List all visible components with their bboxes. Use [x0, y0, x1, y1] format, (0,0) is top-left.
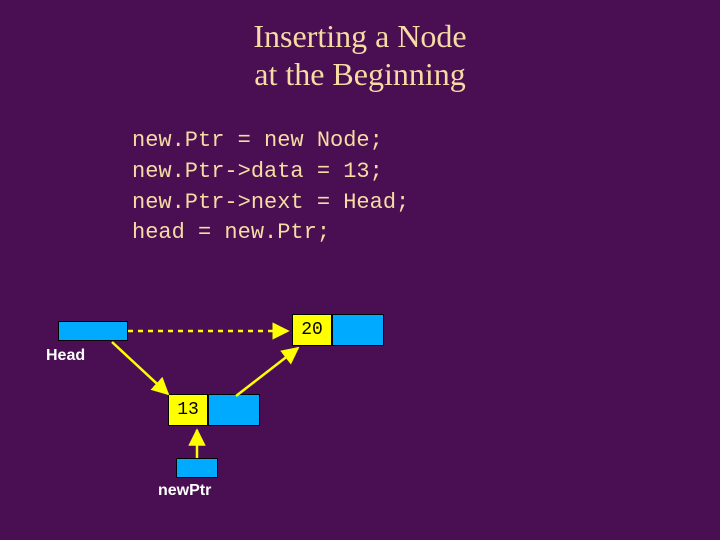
head-pointer-box	[58, 321, 128, 341]
node-20-next	[332, 314, 384, 346]
code-line-3: new.Ptr->next = Head;	[132, 190, 409, 215]
node-13: 13	[168, 394, 260, 426]
code-line-2: new.Ptr->data = 13;	[132, 159, 383, 184]
newptr-box	[176, 458, 218, 478]
code-line-4: head = new.Ptr;	[132, 220, 330, 245]
node-20: 20	[292, 314, 384, 346]
node-13-next	[208, 394, 260, 426]
slide-title-line1: Inserting a Node	[0, 18, 720, 55]
node-20-data: 20	[292, 314, 332, 346]
newptr-label: newPtr	[158, 482, 211, 500]
head-label: Head	[46, 347, 85, 365]
slide-title-line2: at the Beginning	[0, 56, 720, 93]
code-block: new.Ptr = new Node; new.Ptr->data = 13; …	[132, 126, 409, 249]
node-13-data: 13	[168, 394, 208, 426]
arrow-13-next-to-20	[236, 348, 298, 396]
slide: Inserting a Node at the Beginning new.Pt…	[0, 0, 720, 540]
arrow-head-to-13	[112, 342, 168, 394]
code-line-1: new.Ptr = new Node;	[132, 128, 383, 153]
